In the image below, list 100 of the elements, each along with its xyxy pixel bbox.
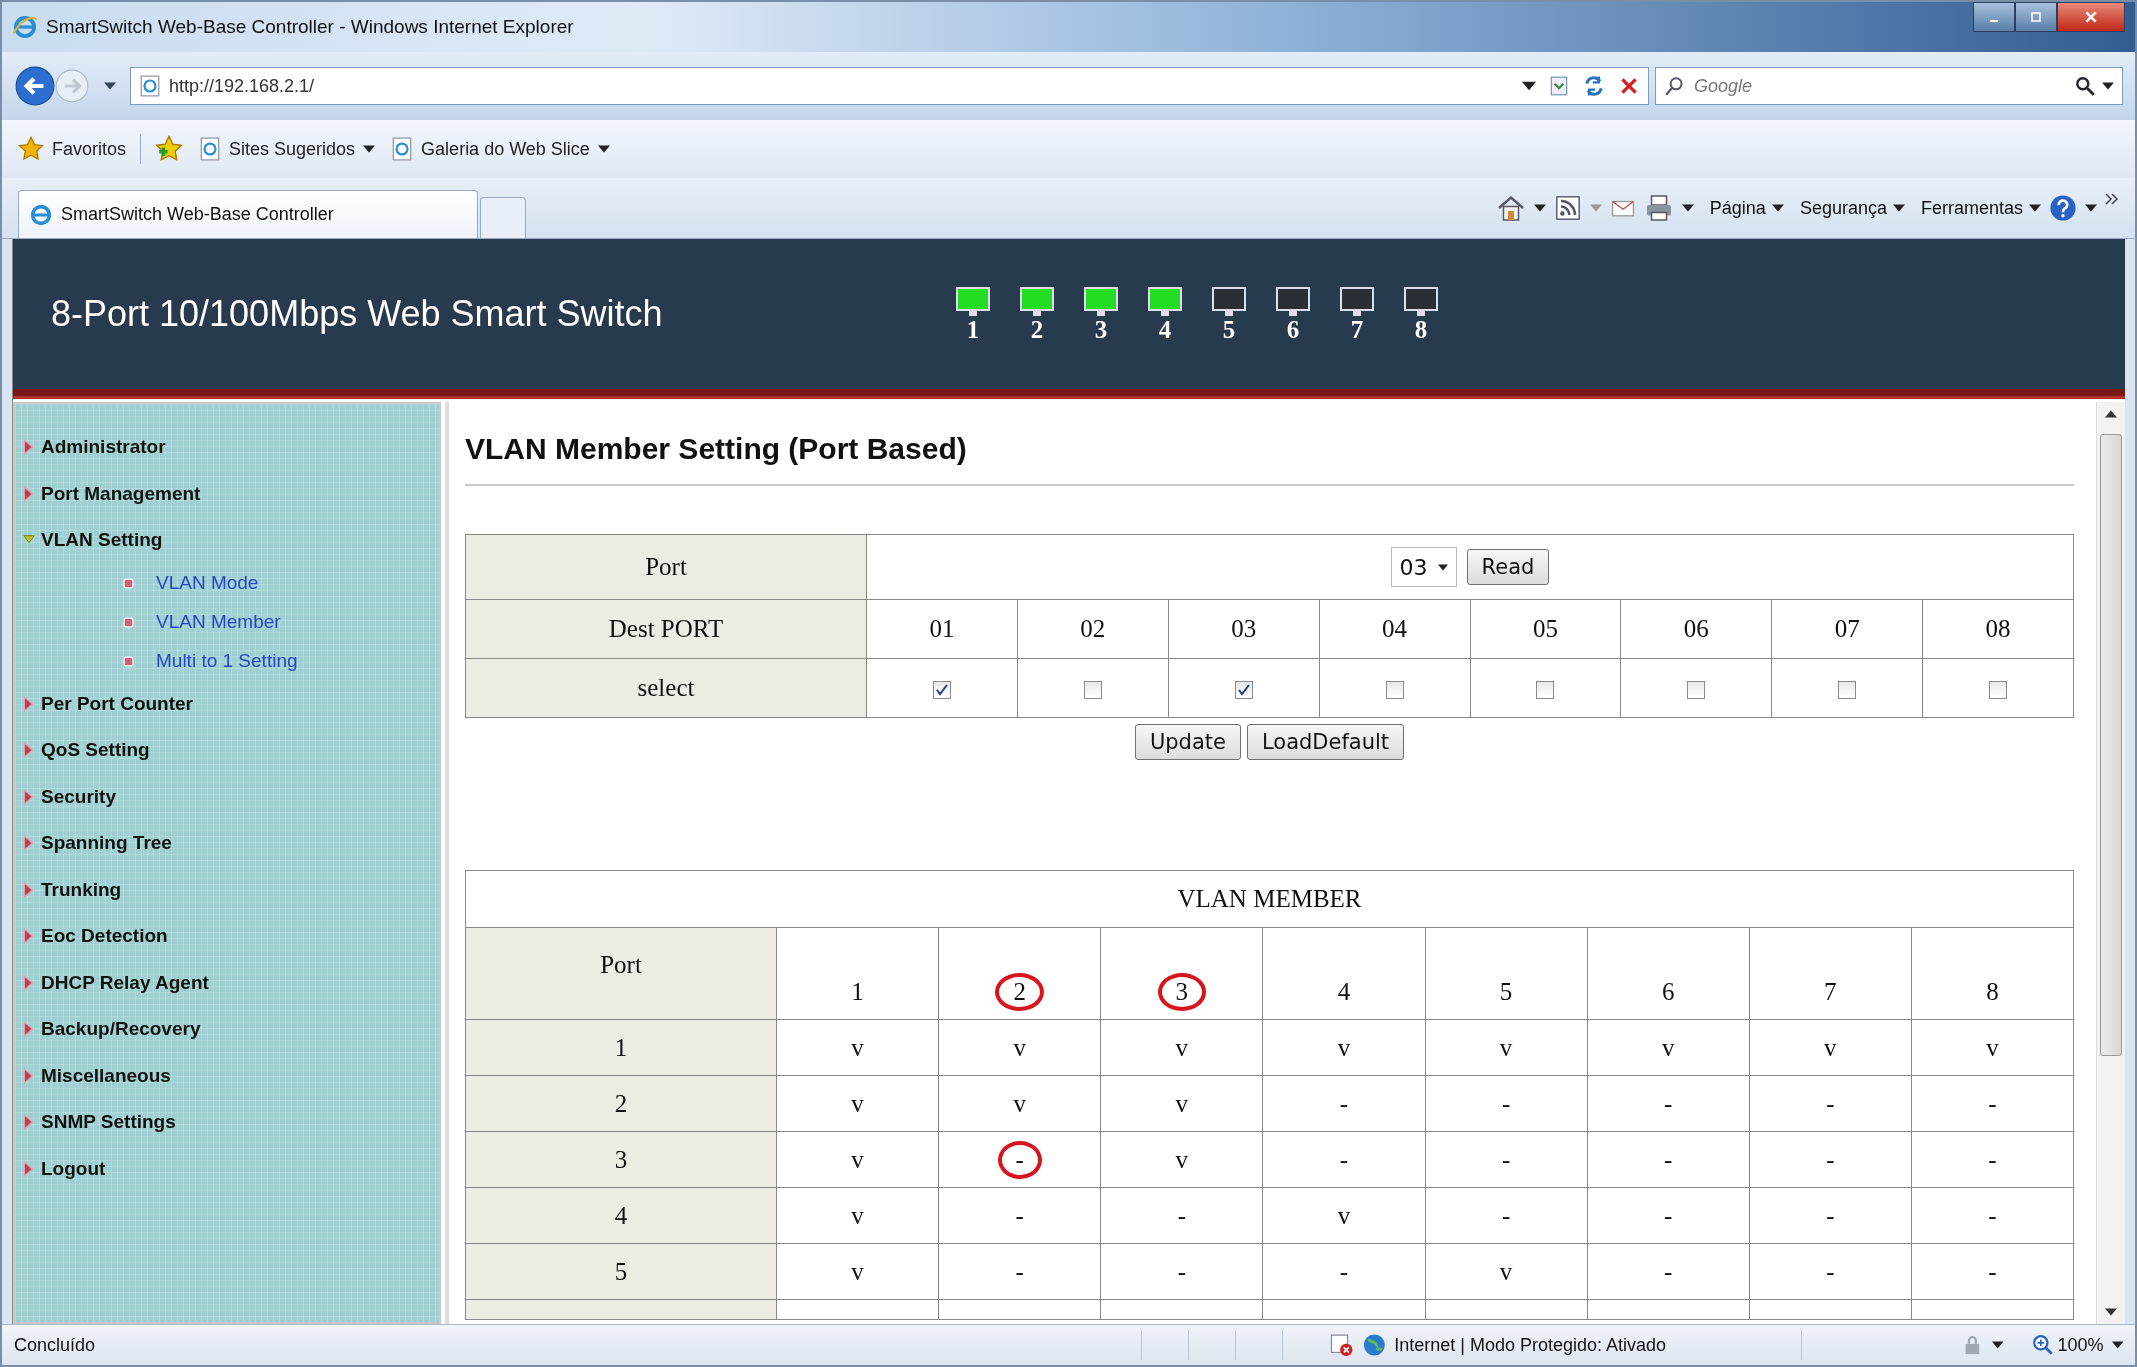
table-cell: 01 <box>866 599 1018 659</box>
cell-value: - <box>1663 1144 1674 1175</box>
caret-icon[interactable] <box>2085 204 2097 212</box>
checkbox[interactable] <box>1083 681 1102 700</box>
port-number: 3 <box>1094 316 1108 342</box>
favorites-button[interactable]: Favoritos <box>18 136 127 162</box>
column-header: 1 <box>850 977 865 1007</box>
chevron-icon[interactable] <box>2105 193 2119 205</box>
triangle-icon <box>23 742 35 759</box>
caret-icon[interactable] <box>1522 81 1536 91</box>
compatibility-icon[interactable] <box>1548 75 1570 97</box>
port-dropdown[interactable]: 03 <box>1390 547 1457 587</box>
column-header: Port <box>465 927 777 1020</box>
sidebar-item[interactable]: Security <box>15 773 439 820</box>
column-header: 7 <box>1823 977 1838 1007</box>
search-icon[interactable] <box>2074 75 2096 97</box>
cell-value: v <box>1174 1088 1190 1119</box>
checkbox[interactable] <box>1687 681 1706 700</box>
stop-icon[interactable] <box>1618 75 1640 97</box>
sidebar-item[interactable]: Spanning Tree <box>15 820 439 867</box>
sidebar-subitem[interactable]: VLAN Mode <box>15 563 439 603</box>
caret-icon[interactable] <box>1681 204 1694 212</box>
triangle-icon <box>23 974 35 991</box>
browser-tab[interactable]: SmartSwitch Web-Base Controller <box>18 190 478 238</box>
caret-icon[interactable] <box>104 82 116 90</box>
triangle-icon <box>23 881 35 898</box>
row-header: 5 <box>465 1243 777 1300</box>
cell-value: v <box>1660 1032 1676 1063</box>
sidebar-item[interactable]: VLAN Setting <box>15 517 439 564</box>
form-button[interactable]: Update <box>1134 724 1241 760</box>
command-menu[interactable]: Ferramentas <box>1920 197 2041 219</box>
sidebar-item[interactable]: Trunking <box>15 866 439 913</box>
scrollbar-thumb[interactable] <box>2100 434 2122 1056</box>
sidebar-item[interactable]: DHCP Relay Agent <box>15 959 439 1006</box>
caret-icon[interactable] <box>2102 82 2114 90</box>
cell-value: v <box>1174 1144 1190 1175</box>
checkbox[interactable] <box>1234 681 1253 700</box>
caret-icon[interactable] <box>1992 1341 2004 1349</box>
cell-value: - <box>1500 1088 1512 1119</box>
sidebar-item[interactable]: Administrator <box>15 424 439 471</box>
caret-icon[interactable] <box>2111 1341 2123 1349</box>
scroll-up-icon[interactable] <box>2105 410 2117 418</box>
back-button[interactable] <box>14 65 56 107</box>
cell-value: v <box>1823 1032 1838 1063</box>
sidebar-subitem[interactable]: Multi to 1 Setting <box>15 641 439 681</box>
checkbox[interactable] <box>1536 681 1555 700</box>
check-icon <box>934 683 949 698</box>
zoom-control[interactable]: 100% <box>2031 1334 2104 1356</box>
sidebar-item[interactable]: Per Port Counter <box>15 680 439 727</box>
help-icon[interactable] <box>2049 194 2077 222</box>
form-button[interactable]: LoadDefault <box>1246 724 1405 760</box>
scrollbar[interactable] <box>2096 402 2125 1324</box>
row-header: 1 <box>465 1019 777 1076</box>
command-menu[interactable]: Segurança <box>1799 197 1905 219</box>
checkbox[interactable] <box>1385 681 1404 700</box>
column-header: 4 <box>1336 977 1352 1007</box>
search-provider-icon <box>1664 75 1686 97</box>
cell-value: v <box>1498 1256 1514 1287</box>
checkbox[interactable] <box>1838 681 1857 700</box>
table-cell: 07 <box>1771 599 1923 659</box>
caret-icon[interactable] <box>1533 204 1546 212</box>
column-header: 8 <box>1985 977 2000 1007</box>
favorites-link[interactable]: Galeria do Web Slice <box>391 137 610 161</box>
sidebar-item[interactable]: Port Management <box>15 470 439 517</box>
cell-value: v <box>1985 1032 2000 1063</box>
checkbox[interactable] <box>1989 681 2008 700</box>
page-title: VLAN Member Setting (Port Based) <box>465 432 968 466</box>
sidebar-item[interactable]: Miscellaneous <box>15 1052 439 1099</box>
security-zone: Internet | Modo Protegido: Ativado <box>1394 1334 1668 1356</box>
read-button[interactable]: Read <box>1466 549 1550 585</box>
port-number: 2 <box>1030 316 1044 342</box>
cell-value: v <box>1012 1088 1027 1119</box>
cell-value: v <box>1336 1200 1352 1231</box>
triangle-icon <box>23 695 35 712</box>
sidebar-item[interactable]: QoS Setting <box>15 727 439 774</box>
maximize-button[interactable] <box>2015 2 2057 32</box>
minimize-button[interactable] <box>1973 2 2015 32</box>
command-menu[interactable]: Página <box>1709 197 1784 219</box>
favorites-link[interactable]: Sites Sugeridos <box>199 137 376 161</box>
add-favorite-icon[interactable] <box>155 135 184 163</box>
browser-logo-icon <box>12 14 38 40</box>
sidebar-item[interactable]: SNMP Settings <box>15 1099 439 1146</box>
sidebar-item[interactable]: Eoc Detection <box>15 913 439 960</box>
checkbox[interactable] <box>932 681 951 700</box>
scroll-down-icon[interactable] <box>2105 1308 2117 1316</box>
window-title: SmartSwitch Web-Base Controller - Windows Internet Explorer <box>46 16 574 38</box>
page-icon <box>199 137 222 161</box>
search-field[interactable]: Google <box>1655 67 2123 105</box>
cell-value: v <box>850 1200 865 1231</box>
sidebar-item[interactable]: Logout <box>15 1145 439 1192</box>
search-input[interactable]: Google <box>1692 74 2068 98</box>
sidebar-subitem[interactable]: VLAN Member <box>15 602 439 642</box>
column-header: 5 <box>1498 977 1514 1007</box>
cell-value: v <box>850 1256 865 1287</box>
sidebar-item[interactable]: Backup/Recovery <box>15 1006 439 1053</box>
close-button[interactable] <box>2057 2 2125 32</box>
cell-value: - <box>1014 1200 1025 1231</box>
close-icon <box>2084 10 2098 24</box>
address-field[interactable]: http://192.168.2.1/ <box>130 67 1649 105</box>
feed-icon[interactable] <box>1553 194 1582 222</box>
